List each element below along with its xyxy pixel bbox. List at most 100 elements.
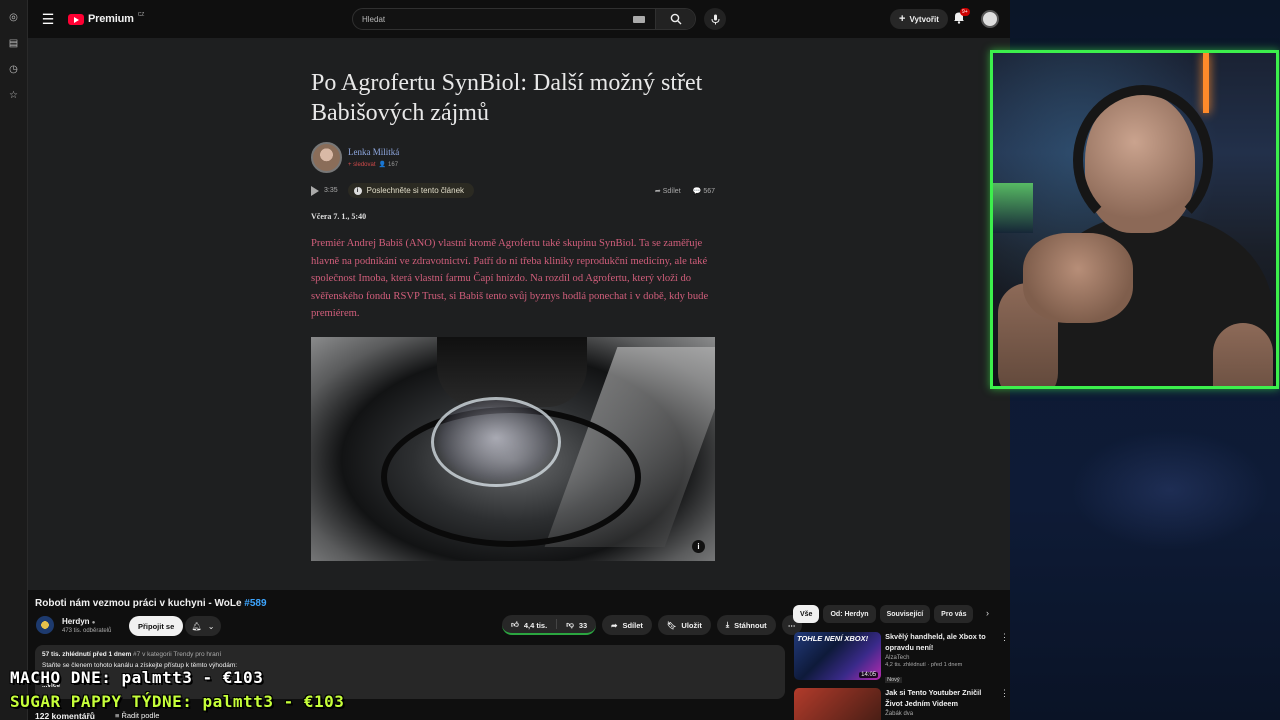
more-icon[interactable]: ⋮ — [1000, 632, 1009, 684]
favorites-icon[interactable]: ☆ — [6, 88, 22, 104]
video-duration: 14:05 — [859, 672, 879, 678]
extension-icon[interactable]: ◎ — [6, 10, 22, 26]
comments-count: 567 — [703, 187, 715, 195]
related-video[interactable]: TOHLE NENÍ XBOX! 14:05 Skvělý handheld, … — [794, 632, 1009, 684]
menu-icon[interactable]: ☰ — [30, 11, 66, 28]
listen-button[interactable]: i Poslechněte si tento článek — [347, 183, 475, 198]
video-title-text: Roboti nám vezmou práci v kuchyni - WoLe — [35, 598, 242, 609]
video-player[interactable]: Po Agrofertu SynBiol: Další možný střet … — [28, 38, 1010, 590]
search-input[interactable]: Hledat — [353, 15, 633, 24]
save-label: Uložit — [681, 620, 702, 630]
download-label: Stáhnout — [734, 620, 767, 630]
related-title[interactable]: Jak si Tento Youtuber Zničil Život Jední… — [885, 688, 996, 709]
youtube-topbar: ☰ Premium CZ Hledat + Vytvořit 9+ — [28, 0, 1010, 38]
related-channel[interactable]: AlzaTech — [885, 655, 996, 661]
create-button[interactable]: + Vytvořit — [890, 9, 948, 29]
notifications-button[interactable]: 9+ — [952, 8, 970, 28]
share-label: Sdílet — [622, 620, 643, 630]
thumbs-up-icon: 👍︎ — [511, 620, 519, 629]
audio-duration: 3:35 — [324, 187, 338, 194]
related-meta: Jak si Tento Youtuber Zničil Život Jední… — [885, 688, 996, 720]
video-title: Roboti nám vezmou práci v kuchyni - WoLe… — [35, 598, 267, 609]
verified-icon: ● — [91, 619, 96, 626]
region-code: CZ — [137, 12, 145, 18]
bell-outline-icon: 🔔︎ — [191, 621, 202, 631]
article-date: Včera 7. 1., 5:40 — [311, 212, 367, 221]
download-icon: ⤓ — [725, 620, 730, 629]
comments-header: 122 komentářů ≡ Řadit podle — [35, 711, 159, 720]
thumbs-down-icon: 👎︎ — [566, 620, 574, 629]
donation-overlay-line1: MACHO DNE: palmtt3 - €103 — [10, 668, 264, 687]
search-box[interactable]: Hledat — [352, 8, 696, 30]
channel-name[interactable]: Herdyn ● — [62, 617, 111, 626]
like-button[interactable]: 👍︎ 4,4 tis. — [502, 615, 556, 635]
comments-count: 122 komentářů — [35, 711, 95, 720]
like-dislike-group: 👍︎ 4,4 tis. 👎︎ 33 — [502, 615, 597, 635]
article-content: Po Agrofertu SynBiol: Další možný střet … — [311, 68, 715, 561]
more-icon[interactable]: ⋮ — [1000, 688, 1009, 720]
related-filter-chips: Vše Od: Herdyn Související Pro vás — [793, 605, 974, 623]
related-video[interactable]: Jak si Tento Youtuber Zničil Život Jední… — [794, 688, 1009, 720]
join-button[interactable]: Připojit se — [129, 616, 184, 636]
author-meta: + sledovat 👤 167 — [348, 161, 399, 168]
photo-info-icon[interactable]: i — [692, 539, 705, 553]
video-thumbnail[interactable]: TOHLE NENÍ XBOX! 14:05 — [794, 632, 882, 680]
save-button[interactable]: 🔖︎ Uložit — [657, 615, 711, 635]
search-button[interactable] — [655, 9, 695, 29]
browser-side-rail: ◎ ▤ ◷ ☆ — [0, 0, 28, 720]
search-icon — [670, 13, 681, 25]
headphones — [1073, 85, 1213, 235]
related-meta: Skvělý handheld, ale Xbox to opravdu nen… — [885, 632, 996, 684]
download-button[interactable]: ⤓ Stáhnout — [716, 615, 776, 635]
listen-label: Poslechněte si tento článek — [366, 186, 465, 195]
author-name[interactable]: Lenka Militká — [348, 147, 399, 157]
bookmarks-icon[interactable]: ▤ — [6, 36, 22, 52]
chip-for-you[interactable]: Pro vás — [934, 605, 974, 623]
video-hashtag[interactable]: #589 — [244, 598, 266, 609]
dislike-button[interactable]: 👎︎ 33 — [557, 615, 596, 635]
plus-icon: + — [899, 13, 906, 25]
channel-avatar[interactable] — [36, 616, 54, 634]
thumbnail-text: TOHLE NENÍ XBOX! — [797, 634, 869, 643]
view-count: 57 tis. zhlédnutí — [42, 651, 91, 658]
account-avatar[interactable] — [981, 10, 999, 28]
share-icon: ➦ — [654, 187, 661, 195]
notification-badge: 9+ — [960, 8, 970, 16]
follow-link[interactable]: + sledovat — [348, 162, 376, 168]
subscription-bell-button[interactable]: 🔔︎ ⌄ — [185, 616, 221, 636]
youtube-play-icon — [68, 13, 84, 25]
trending-category[interactable]: #7 v kategorii Trendy pro hraní — [133, 651, 221, 658]
chevron-right-icon[interactable]: › — [986, 608, 989, 618]
related-channel[interactable]: Žabák dva — [885, 711, 996, 717]
new-badge: Nový — [885, 677, 902, 683]
channel-name-text: Herdyn — [62, 616, 90, 626]
followers-count: 167 — [388, 162, 399, 168]
subscriber-count: 473 tis. odběratelů — [62, 627, 112, 634]
microphone-icon — [711, 14, 719, 24]
history-icon[interactable]: ◷ — [6, 62, 22, 78]
share-article[interactable]: ➦ Sdílet — [655, 187, 681, 195]
play-icon[interactable] — [311, 185, 319, 196]
youtube-logo[interactable]: Premium CZ — [68, 12, 145, 25]
video-thumbnail[interactable] — [794, 688, 882, 720]
author-avatar — [311, 142, 342, 173]
sort-comments-button[interactable]: ≡ Řadit podle — [115, 711, 159, 720]
donation-overlay-line2: SUGAR PAPPY TÝDNE: palmtt3 - €103 — [10, 692, 345, 711]
article-title: Po Agrofertu SynBiol: Další možný střet … — [311, 70, 703, 126]
share-button[interactable]: ➦ Sdílet — [602, 615, 652, 635]
upload-age: před 1 dnem — [92, 651, 132, 658]
chip-related[interactable]: Související — [879, 605, 931, 623]
share-label: Sdílet — [662, 187, 681, 195]
voice-search-button[interactable] — [704, 8, 726, 30]
channel-block: Herdyn ● 473 tis. odběratelů — [36, 616, 111, 634]
create-label: Vytvořit — [909, 14, 939, 24]
comment-icon: 💬 — [692, 187, 702, 195]
related-title[interactable]: Skvělý handheld, ale Xbox to opravdu nen… — [885, 632, 996, 653]
related-stats: 4,2 tis. zhlédnutí · před 1 dnem — [885, 662, 963, 668]
screen: ◎ ▤ ◷ ☆ ☰ Premium CZ Hledat + Vytvořit 9… — [0, 0, 1280, 720]
article-comments[interactable]: 💬 567 — [693, 187, 715, 195]
keyboard-icon[interactable] — [633, 15, 645, 23]
chip-all[interactable]: Vše — [793, 605, 820, 623]
author-block: Lenka Militká + sledovat 👤 167 — [311, 142, 715, 173]
chip-from-channel[interactable]: Od: Herdyn — [823, 605, 876, 623]
